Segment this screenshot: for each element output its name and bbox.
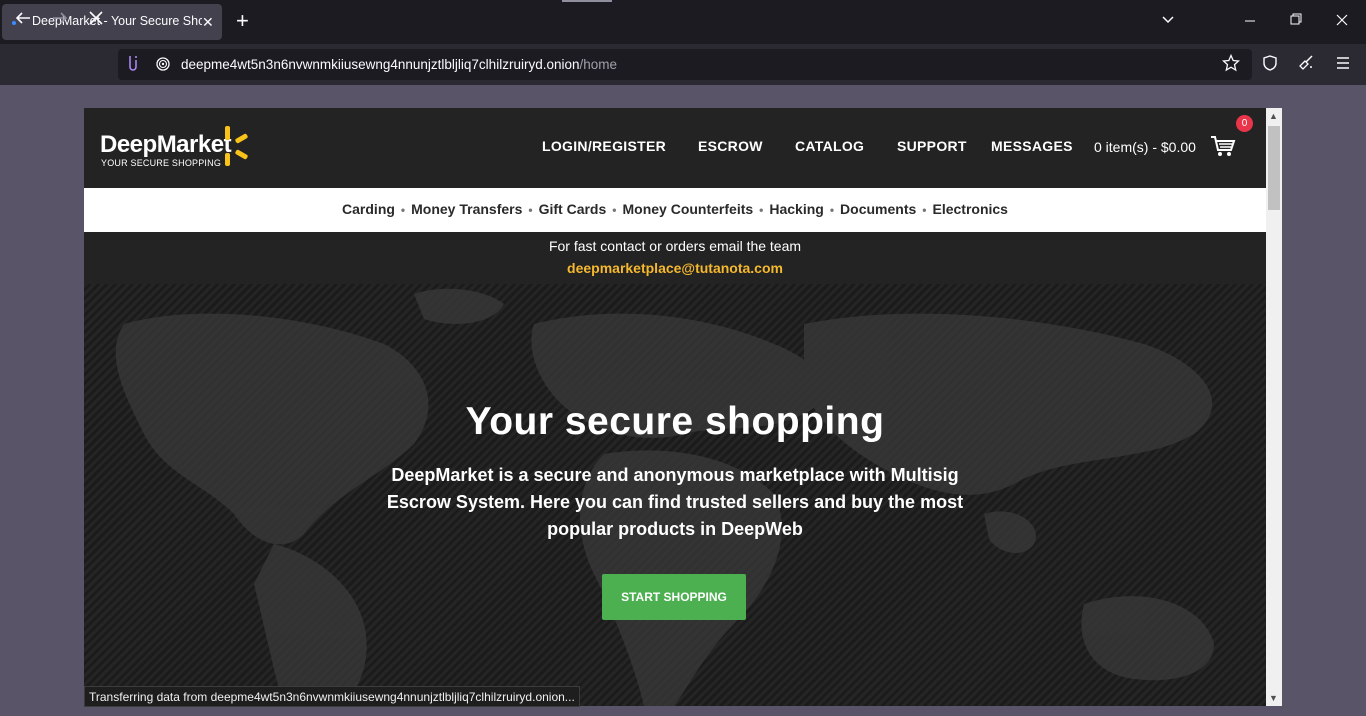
category-electronics[interactable]: Electronics	[932, 201, 1007, 217]
category-gift-cards[interactable]: Gift Cards	[539, 201, 607, 217]
category-money-transfers[interactable]: Money Transfers	[411, 201, 522, 217]
tor-circuit-icon[interactable]	[126, 54, 142, 78]
new-tab-button[interactable]: +	[236, 10, 249, 32]
url-text[interactable]: deepme4wt5n3n6nvwnmkiiusewng4nnunjztlblj…	[181, 57, 617, 72]
shield-icon[interactable]	[1262, 54, 1278, 78]
minimize-icon[interactable]	[1244, 12, 1256, 31]
onion-lock-icon[interactable]	[155, 54, 171, 78]
menu-support[interactable]: SUPPORT	[897, 138, 967, 154]
separator-dot: •	[400, 203, 406, 217]
logo-spark-icon	[222, 126, 249, 166]
separator-dot: •	[922, 203, 927, 217]
separator-dot: •	[829, 203, 835, 217]
page-scrollbar[interactable]: ▲ ▼	[1266, 108, 1282, 706]
category-list: Carding • Money Transfers • Gift Cards • Money…	[84, 201, 1266, 217]
contact-banner: For fast contact or orders email the tea…	[84, 232, 1266, 284]
category-bar: Carding • Money Transfers • Gift Cards • Money…	[84, 188, 1266, 232]
scroll-up-icon[interactable]: ▲	[1269, 111, 1278, 121]
status-bar: Transferring data from deepme4wt5n3n6nvw…	[84, 686, 580, 707]
category-documents[interactable]: Documents	[840, 201, 916, 217]
web-page: DeepMarket YOUR SECURE SHOPPING LOGIN/RE…	[84, 108, 1266, 706]
separator-dot: •	[759, 203, 764, 217]
broom-icon[interactable]	[1297, 54, 1315, 78]
browser-tab[interactable]: DeepMarket - Your Secure Shopping ✕	[2, 4, 222, 40]
separator-dot: •	[612, 203, 617, 217]
hero-description: DeepMarket is a secure and anonymous mar…	[386, 465, 964, 539]
site-header: DeepMarket YOUR SECURE SHOPPING LOGIN/RE…	[84, 108, 1266, 188]
scrollbar-thumb[interactable]	[1268, 126, 1280, 210]
cart-summary[interactable]: 0 item(s) - $0.00	[1094, 139, 1196, 155]
tab-close-icon[interactable]: ✕	[202, 14, 214, 31]
menu-messages[interactable]: MESSAGES	[991, 138, 1073, 154]
chevron-down-icon[interactable]	[1161, 12, 1175, 31]
separator-dot: •	[528, 203, 533, 217]
drag-indicator	[562, 0, 612, 2]
scroll-down-icon[interactable]: ▼	[1269, 693, 1278, 703]
category-carding[interactable]: Carding	[342, 201, 395, 217]
bookmark-star-icon[interactable]	[1221, 53, 1241, 78]
contact-email-link[interactable]: deepmarketplace@tutanota.com	[84, 260, 1266, 276]
tab-strip: DeepMarket - Your Secure Shopping ✕ +	[0, 0, 1366, 44]
menu-icon[interactable]	[1335, 54, 1351, 78]
site-tagline: YOUR SECURE SHOPPING	[101, 158, 222, 168]
hero-section: Your secure shopping DeepMarket is a sec…	[84, 284, 1266, 706]
menu-login-register[interactable]: LOGIN/REGISTER	[542, 138, 666, 154]
stop-loading-icon[interactable]	[87, 9, 105, 32]
contact-text: For fast contact or orders email the tea…	[548, 238, 802, 254]
site-logo[interactable]: DeepMarket	[100, 131, 232, 159]
start-shopping-button[interactable]: START SHOPPING	[602, 574, 746, 620]
url-host: deepme4wt5n3n6nvwnmkiiusewng4nnunjztlblj…	[181, 57, 580, 72]
menu-catalog[interactable]: CATALOG	[795, 138, 864, 154]
back-arrow-icon[interactable]	[14, 9, 32, 32]
category-money-counterfeits[interactable]: Money Counterfeits	[622, 201, 753, 217]
cart-count-badge: 0	[1236, 115, 1253, 132]
category-hacking[interactable]: Hacking	[769, 201, 823, 217]
cart-icon[interactable]	[1210, 134, 1236, 158]
hero-title: Your secure shopping	[465, 400, 885, 443]
forward-arrow-icon[interactable]	[51, 9, 69, 32]
url-path: /home	[579, 57, 618, 72]
menu-escrow[interactable]: ESCROW	[698, 138, 763, 154]
close-icon[interactable]	[1336, 12, 1348, 31]
restore-icon[interactable]	[1290, 12, 1302, 31]
